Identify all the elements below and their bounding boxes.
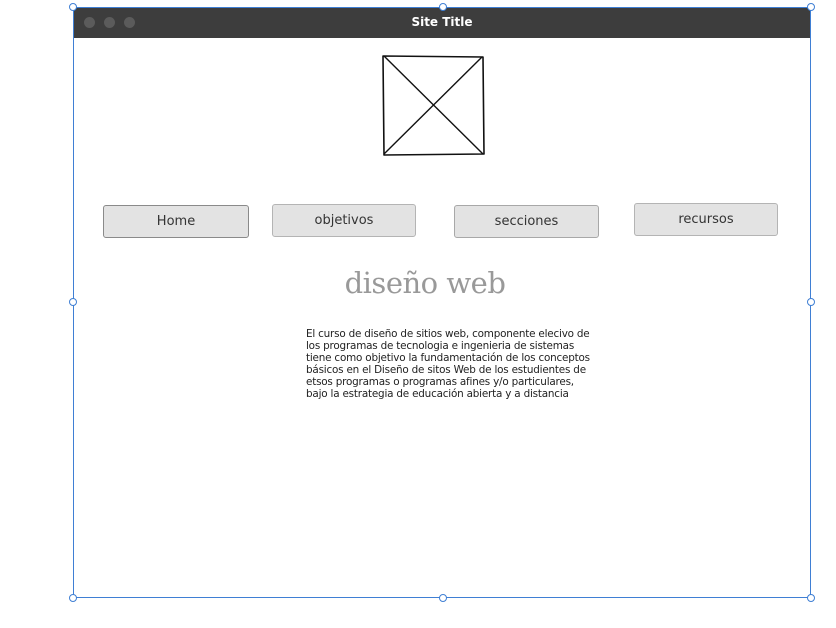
selection-handle-icon[interactable] [69,298,77,306]
selection-handle-icon[interactable] [807,3,815,11]
nav-button-recursos[interactable]: recursos [634,203,778,236]
selection-handle-icon[interactable] [807,298,815,306]
image-placeholder-icon[interactable] [381,54,485,156]
selection-handle-icon[interactable] [69,594,77,602]
selection-handle-icon[interactable] [439,594,447,602]
site-title: Site Title [411,15,473,29]
body-paragraph: El curso de diseño de sitios web, compon… [306,328,590,400]
page-heading: diseño web [344,266,506,300]
window-titlebar: Site Title [74,8,810,38]
nav-button-objetivos[interactable]: objetivos [272,204,416,237]
selection-handle-icon[interactable] [439,3,447,11]
browser-window-mockup[interactable]: Site Title Home objetivos secciones recu… [73,7,811,598]
nav-button-secciones[interactable]: secciones [454,205,599,238]
nav-button-home[interactable]: Home [103,205,249,238]
selection-handle-icon[interactable] [807,594,815,602]
selection-handle-icon[interactable] [69,3,77,11]
